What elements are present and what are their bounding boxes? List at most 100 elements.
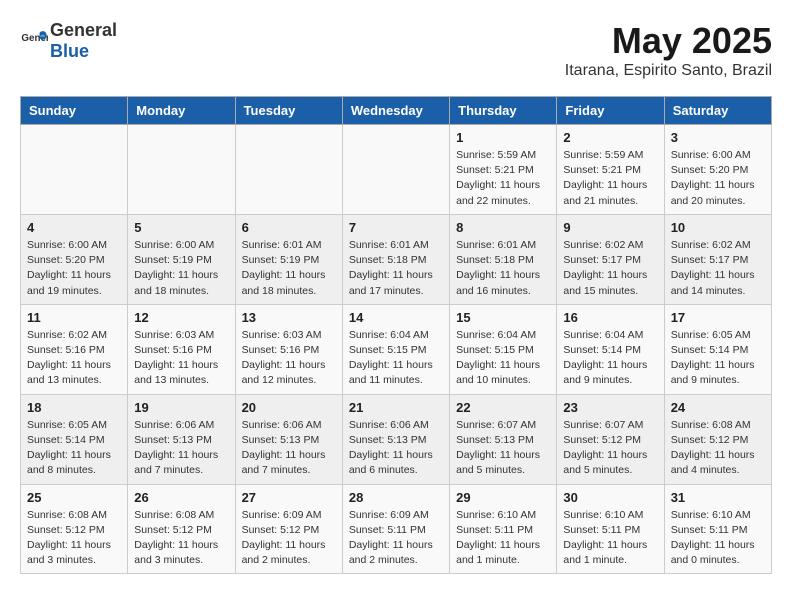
calendar-day-cell: 6Sunrise: 6:01 AM Sunset: 5:19 PM Daylig… xyxy=(235,214,342,304)
header-sunday: Sunday xyxy=(21,97,128,125)
calendar-day-cell: 3 Sunrise: 6:00 AM Sunset: 5:20 PM Daylig… xyxy=(664,125,771,215)
day-number: 5 xyxy=(134,220,228,235)
calendar-day-cell: 29 Sunrise: 6:10 AM Sunset: 5:11 PM Dayli… xyxy=(450,484,557,574)
calendar-day-cell: 31Sunrise: 6:10 AM Sunset: 5:11 PM Dayli… xyxy=(664,484,771,574)
day-info: Sunrise: 6:05 AM Sunset: 5:14 PM Dayligh… xyxy=(671,328,765,389)
day-info: Sunrise: 6:02 AM Sunset: 5:17 PM Dayligh… xyxy=(563,238,657,299)
day-info: Sunrise: 6:02 AM Sunset: 5:17 PM Dayligh… xyxy=(671,238,765,299)
day-info: Sunrise: 6:06 AM Sunset: 5:13 PM Dayligh… xyxy=(134,418,228,479)
day-info: Sunrise: 6:07 AM Sunset: 5:12 PM Dayligh… xyxy=(563,418,657,479)
day-number: 11 xyxy=(27,310,121,325)
day-number: 19 xyxy=(134,400,228,415)
logo-icon: General xyxy=(20,27,48,55)
day-info: Sunrise: 6:07 AM Sunset: 5:13 PM Dayligh… xyxy=(456,418,550,479)
title-area: May 2025 Itarana, Espirito Santo, Brazil xyxy=(565,20,772,80)
calendar-day-cell: 14 Sunrise: 6:04 AM Sunset: 5:15 PM Dayli… xyxy=(342,304,449,394)
calendar-day-cell: 13 Sunrise: 6:03 AM Sunset: 5:16 PM Dayli… xyxy=(235,304,342,394)
day-info: Sunrise: 6:00 AM Sunset: 5:20 PM Dayligh… xyxy=(671,148,765,209)
calendar-week-row: 18 Sunrise: 6:05 AM Sunset: 5:14 PM Dayli… xyxy=(21,394,772,484)
day-number: 18 xyxy=(27,400,121,415)
day-info: Sunrise: 6:06 AM Sunset: 5:13 PM Dayligh… xyxy=(349,418,443,479)
header: General General Blue May 2025 Itarana, E… xyxy=(20,20,772,80)
day-number: 16 xyxy=(563,310,657,325)
day-info: Sunrise: 6:01 AM Sunset: 5:18 PM Dayligh… xyxy=(349,238,443,299)
day-info: Sunrise: 6:04 AM Sunset: 5:15 PM Dayligh… xyxy=(349,328,443,389)
day-info: Sunrise: 6:10 AM Sunset: 5:11 PM Dayligh… xyxy=(563,508,657,569)
header-thursday: Thursday xyxy=(450,97,557,125)
day-number: 23 xyxy=(563,400,657,415)
calendar-day-cell: 1 Sunrise: 5:59 AM Sunset: 5:21 PM Daylig… xyxy=(450,125,557,215)
calendar-day-cell: 12 Sunrise: 6:03 AM Sunset: 5:16 PM Dayli… xyxy=(128,304,235,394)
day-number: 26 xyxy=(134,490,228,505)
day-number: 20 xyxy=(242,400,336,415)
day-number: 13 xyxy=(242,310,336,325)
day-info: Sunrise: 6:01 AM Sunset: 5:19 PM Dayligh… xyxy=(242,238,336,299)
logo-general-text: General xyxy=(50,20,117,40)
calendar-day-cell: 15 Sunrise: 6:04 AM Sunset: 5:15 PM Dayli… xyxy=(450,304,557,394)
calendar-day-cell: 28Sunrise: 6:09 AM Sunset: 5:11 PM Dayli… xyxy=(342,484,449,574)
day-number: 29 xyxy=(456,490,550,505)
day-number: 3 xyxy=(671,130,765,145)
calendar-day-cell: 11Sunrise: 6:02 AM Sunset: 5:16 PM Dayli… xyxy=(21,304,128,394)
calendar-day-cell: 9 Sunrise: 6:02 AM Sunset: 5:17 PM Daylig… xyxy=(557,214,664,304)
calendar-day-cell xyxy=(128,125,235,215)
calendar-day-cell: 17 Sunrise: 6:05 AM Sunset: 5:14 PM Dayli… xyxy=(664,304,771,394)
day-info: Sunrise: 6:04 AM Sunset: 5:15 PM Dayligh… xyxy=(456,328,550,389)
day-number: 17 xyxy=(671,310,765,325)
header-monday: Monday xyxy=(128,97,235,125)
calendar-day-cell: 22 Sunrise: 6:07 AM Sunset: 5:13 PM Dayli… xyxy=(450,394,557,484)
calendar-day-cell: 27 Sunrise: 6:09 AM Sunset: 5:12 PM Dayli… xyxy=(235,484,342,574)
day-info: Sunrise: 6:06 AM Sunset: 5:13 PM Dayligh… xyxy=(242,418,336,479)
day-number: 7 xyxy=(349,220,443,235)
calendar-title: May 2025 xyxy=(565,20,772,62)
day-number: 24 xyxy=(671,400,765,415)
calendar-day-cell xyxy=(21,125,128,215)
day-number: 14 xyxy=(349,310,443,325)
calendar-day-cell xyxy=(342,125,449,215)
calendar-day-cell: 8Sunrise: 6:01 AM Sunset: 5:18 PM Daylig… xyxy=(450,214,557,304)
header-wednesday: Wednesday xyxy=(342,97,449,125)
calendar-week-row: 25 Sunrise: 6:08 AM Sunset: 5:12 PM Dayli… xyxy=(21,484,772,574)
day-number: 8 xyxy=(456,220,550,235)
calendar-day-cell: 18 Sunrise: 6:05 AM Sunset: 5:14 PM Dayli… xyxy=(21,394,128,484)
day-number: 2 xyxy=(563,130,657,145)
day-info: Sunrise: 6:00 AM Sunset: 5:19 PM Dayligh… xyxy=(134,238,228,299)
calendar-day-cell: 25 Sunrise: 6:08 AM Sunset: 5:12 PM Dayli… xyxy=(21,484,128,574)
day-number: 25 xyxy=(27,490,121,505)
day-info: Sunrise: 5:59 AM Sunset: 5:21 PM Dayligh… xyxy=(563,148,657,209)
day-number: 12 xyxy=(134,310,228,325)
day-info: Sunrise: 6:03 AM Sunset: 5:16 PM Dayligh… xyxy=(242,328,336,389)
day-info: Sunrise: 6:09 AM Sunset: 5:12 PM Dayligh… xyxy=(242,508,336,569)
header-tuesday: Tuesday xyxy=(235,97,342,125)
day-number: 22 xyxy=(456,400,550,415)
calendar-day-cell: 19 Sunrise: 6:06 AM Sunset: 5:13 PM Dayli… xyxy=(128,394,235,484)
day-number: 27 xyxy=(242,490,336,505)
day-info: Sunrise: 6:00 AM Sunset: 5:20 PM Dayligh… xyxy=(27,238,121,299)
day-number: 15 xyxy=(456,310,550,325)
calendar-day-cell: 2 Sunrise: 5:59 AM Sunset: 5:21 PM Daylig… xyxy=(557,125,664,215)
calendar-day-cell: 24Sunrise: 6:08 AM Sunset: 5:12 PM Dayli… xyxy=(664,394,771,484)
calendar-day-cell: 26Sunrise: 6:08 AM Sunset: 5:12 PM Dayli… xyxy=(128,484,235,574)
calendar-day-cell xyxy=(235,125,342,215)
day-info: Sunrise: 6:10 AM Sunset: 5:11 PM Dayligh… xyxy=(671,508,765,569)
calendar-week-row: 4 Sunrise: 6:00 AM Sunset: 5:20 PM Daylig… xyxy=(21,214,772,304)
day-info: Sunrise: 6:08 AM Sunset: 5:12 PM Dayligh… xyxy=(27,508,121,569)
logo-blue-text: Blue xyxy=(50,41,89,61)
logo: General General Blue xyxy=(20,20,117,62)
calendar-table: Sunday Monday Tuesday Wednesday Thursday… xyxy=(20,96,772,574)
day-number: 4 xyxy=(27,220,121,235)
header-saturday: Saturday xyxy=(664,97,771,125)
day-info: Sunrise: 6:05 AM Sunset: 5:14 PM Dayligh… xyxy=(27,418,121,479)
day-number: 10 xyxy=(671,220,765,235)
day-info: Sunrise: 5:59 AM Sunset: 5:21 PM Dayligh… xyxy=(456,148,550,209)
calendar-week-row: 11Sunrise: 6:02 AM Sunset: 5:16 PM Dayli… xyxy=(21,304,772,394)
calendar-subtitle: Itarana, Espirito Santo, Brazil xyxy=(565,62,772,80)
day-info: Sunrise: 6:09 AM Sunset: 5:11 PM Dayligh… xyxy=(349,508,443,569)
day-number: 9 xyxy=(563,220,657,235)
header-friday: Friday xyxy=(557,97,664,125)
day-number: 1 xyxy=(456,130,550,145)
day-info: Sunrise: 6:10 AM Sunset: 5:11 PM Dayligh… xyxy=(456,508,550,569)
day-info: Sunrise: 6:03 AM Sunset: 5:16 PM Dayligh… xyxy=(134,328,228,389)
calendar-week-row: 1 Sunrise: 5:59 AM Sunset: 5:21 PM Daylig… xyxy=(21,125,772,215)
calendar-day-cell: 20 Sunrise: 6:06 AM Sunset: 5:13 PM Dayli… xyxy=(235,394,342,484)
